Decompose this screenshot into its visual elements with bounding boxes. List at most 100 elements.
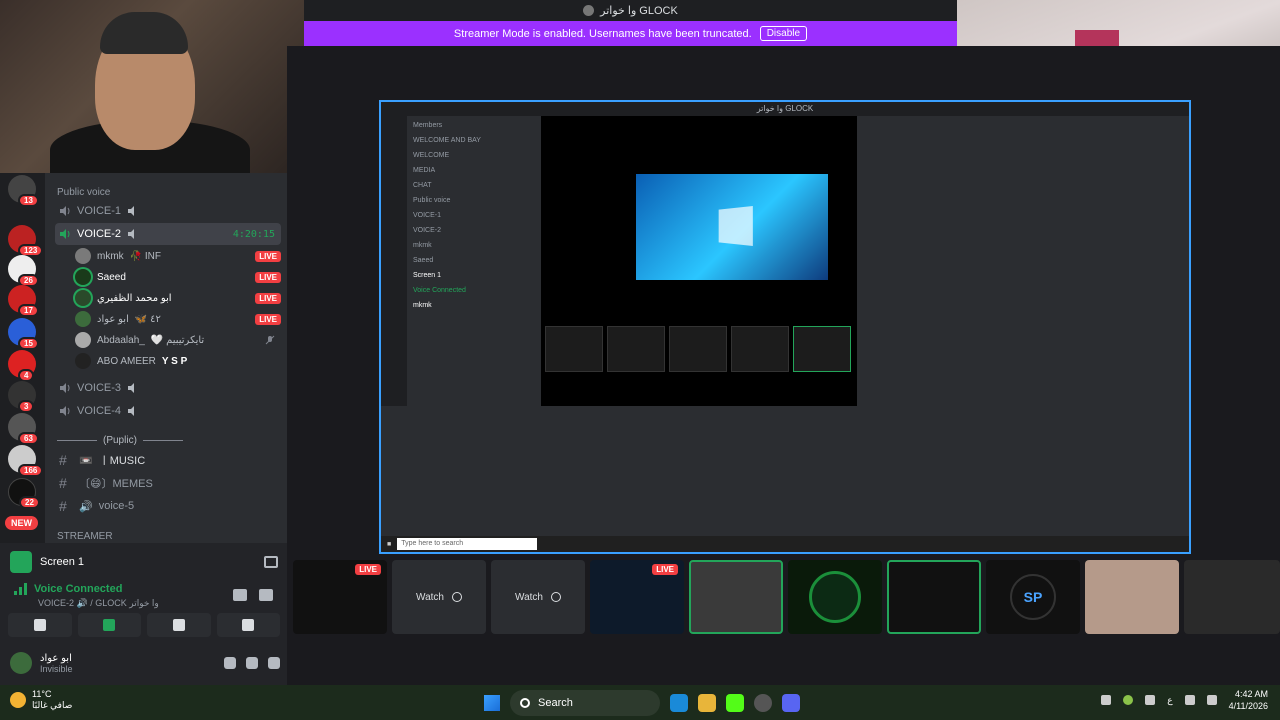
text-channel-music[interactable]: # 📼 〡MUSIC (55, 449, 281, 471)
network-icon[interactable] (1184, 695, 1195, 705)
mic-icon[interactable] (1145, 695, 1156, 705)
discord-icon[interactable] (782, 694, 800, 712)
server-icon[interactable]: 26 (8, 255, 39, 287)
clock[interactable]: 4:42 AM 4/11/2026 (1229, 688, 1268, 712)
inner-tile (793, 326, 851, 372)
gear-icon[interactable] (268, 657, 280, 669)
start-icon[interactable] (484, 695, 500, 711)
voice-channel-1[interactable]: VOICE-1 (55, 200, 281, 222)
server-badge: 63 (18, 432, 39, 445)
zoom-icon (451, 592, 462, 602)
noise-suppression-icon[interactable] (233, 589, 247, 601)
kick-icon[interactable] (726, 694, 744, 712)
voice-channel-2[interactable]: VOICE-2 4:20:15 (55, 223, 281, 245)
zoom-icon (550, 592, 561, 602)
voice-member[interactable]: mkmk 🥀 INF LIVE (75, 246, 281, 266)
server-badge: 15 (18, 337, 39, 350)
file-explorer-icon[interactable] (698, 694, 716, 712)
server-icon[interactable]: 63 (8, 413, 39, 445)
search-label: Search (538, 697, 573, 709)
voice-channel-3[interactable]: VOICE-3 (55, 377, 281, 399)
shared-screen[interactable]: وا خواتر GLOCK Members WELCOME AND BAY W… (379, 100, 1191, 554)
soundboard-button[interactable] (216, 613, 280, 637)
voice-member[interactable]: Abdaalah_ 🤍 تايكرتيبيم (75, 330, 281, 350)
category-public-voice[interactable]: Public voice (57, 187, 110, 198)
camera-off-button[interactable] (8, 613, 72, 637)
stream-thumb[interactable]: Watch (491, 560, 585, 634)
screen-title: Screen 1 (40, 556, 85, 568)
action-row (8, 613, 280, 637)
user-panel: Screen 1 Voice Connected VOICE-2 🔊 / GLO… (0, 543, 287, 685)
live-badge[interactable]: LIVE (255, 250, 281, 262)
language-indicator[interactable]: ع (1167, 695, 1172, 706)
stream-thumb[interactable]: LIVE (590, 560, 684, 634)
stream-thumb[interactable]: Watch (392, 560, 486, 634)
channel-label: VOICE-4 (77, 405, 122, 417)
camera-off-icon (33, 619, 46, 631)
weather-widget[interactable]: 11°C صافي غالبًا (10, 689, 72, 711)
signal-icon (14, 583, 27, 595)
volume-icon[interactable] (1206, 695, 1217, 705)
server-icon (583, 5, 595, 16)
server-icon[interactable]: 3 (8, 381, 36, 413)
disable-button[interactable]: Disable (759, 26, 808, 41)
disconnect-icon[interactable] (259, 589, 273, 601)
live-badge[interactable]: LIVE (255, 271, 281, 283)
voice-connected-label[interactable]: Voice Connected (34, 583, 122, 595)
divider-label: (Puplic) (103, 435, 137, 446)
server-icon[interactable]: 4 (8, 350, 36, 382)
call-timer: 4:20:15 (232, 228, 275, 240)
avatar[interactable] (10, 652, 32, 674)
hash-icon: # (59, 475, 67, 491)
sp-logo-icon: SP (1010, 574, 1056, 620)
stream-thumb[interactable] (1085, 560, 1179, 634)
server-icon[interactable]: 22 (8, 478, 40, 509)
screen-share-button[interactable] (77, 613, 141, 637)
stream-thumb[interactable] (1184, 560, 1280, 634)
server-icon[interactable]: 17 (8, 285, 39, 317)
stream-thumb[interactable] (788, 560, 882, 634)
channel-label: 〔😄〕MEMES (79, 478, 153, 490)
server-icon[interactable]: 13 (8, 175, 39, 207)
stream-thumb[interactable]: SP (986, 560, 1080, 634)
voice-member[interactable]: ابو محمد الظفيري LIVE (75, 288, 281, 308)
screen-share-row[interactable]: Screen 1 (10, 549, 278, 575)
inner-item: VOICE-1 (413, 212, 442, 219)
inner-item: WELCOME AND BAY (413, 137, 481, 144)
category-streamer[interactable]: STREAMER (57, 531, 113, 542)
live-badge[interactable]: LIVE (255, 313, 281, 325)
stream-thumb[interactable] (689, 560, 783, 634)
stop-stream-icon[interactable] (264, 556, 278, 568)
inner-server-rail (381, 116, 407, 406)
speaker-icon (128, 229, 135, 239)
headphones-icon[interactable] (246, 657, 258, 669)
tray-app-icon[interactable] (1123, 695, 1134, 705)
avatar (75, 311, 91, 327)
voice-channel-4[interactable]: VOICE-4 (55, 400, 281, 422)
voice-member[interactable]: ابو عواد 🦋 ٤٢ LIVE (75, 309, 281, 329)
text-channel-memes[interactable]: # 〔😄〕MEMES (55, 472, 281, 494)
window-titlebar: وا خواتر GLOCK (304, 0, 957, 21)
activities-button[interactable] (147, 613, 211, 637)
edge-icon[interactable] (670, 694, 688, 712)
inner-item: CHAT (413, 182, 432, 189)
stream-thumb[interactable] (887, 560, 981, 634)
streamer-mode-text: Streamer Mode is enabled. Usernames have… (453, 27, 752, 40)
live-badge[interactable]: LIVE (255, 292, 281, 304)
taskbar-search[interactable]: Search (510, 690, 660, 716)
inner-channel-list: Members WELCOME AND BAY WELCOME MEDIA CH… (407, 116, 541, 406)
stream-thumb[interactable]: LIVE (293, 560, 387, 634)
chevron-up-icon[interactable] (1101, 695, 1112, 705)
text-channel-voice5[interactable]: # 🔊 voice-5 (55, 495, 281, 517)
voice-member[interactable]: ABO AMEER Y S P (75, 351, 281, 371)
obs-icon[interactable] (754, 694, 772, 712)
server-icon[interactable]: 166 (8, 445, 44, 477)
category-divider[interactable]: (Puplic) (57, 435, 183, 446)
server-icon[interactable]: 15 (8, 318, 39, 350)
mic-icon[interactable] (224, 657, 236, 669)
voice-member[interactable]: Saeed LIVE (75, 267, 281, 287)
server-icon[interactable]: 123 (8, 225, 44, 257)
speaker-icon (128, 383, 135, 393)
inner-video (541, 116, 857, 406)
new-pill[interactable]: NEW (5, 516, 38, 530)
